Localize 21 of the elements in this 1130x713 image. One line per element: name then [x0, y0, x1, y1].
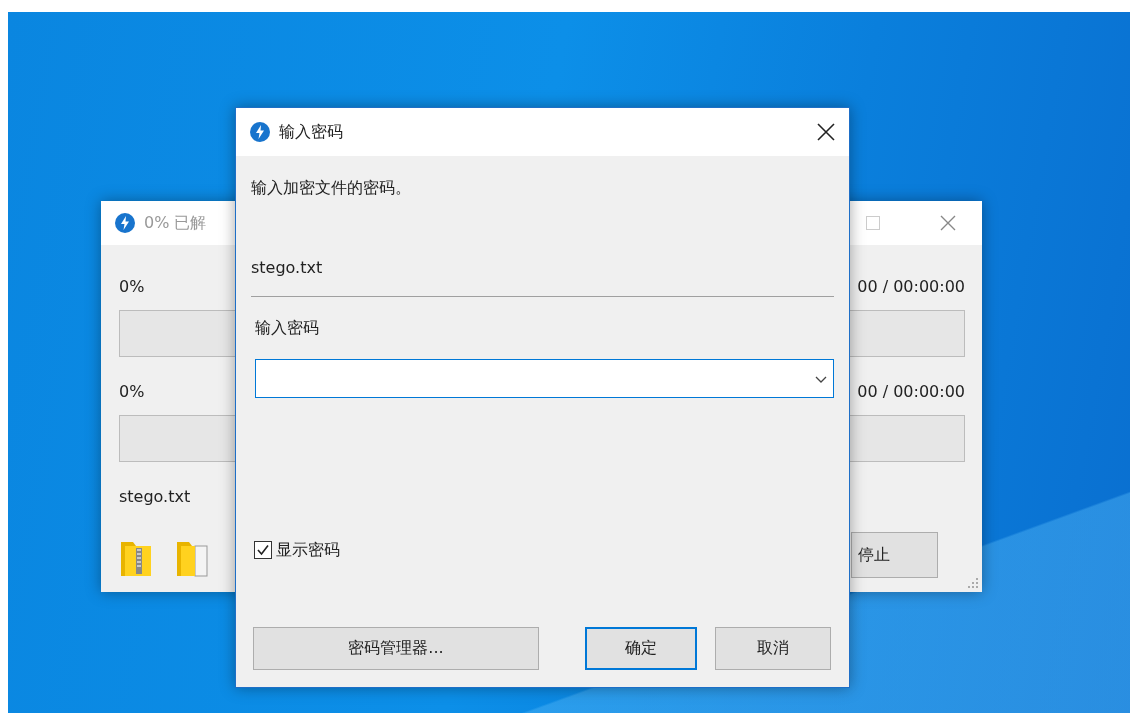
dialog-button[interactable]: 确定 [585, 627, 697, 670]
field-label: 输入密码 [255, 318, 320, 338]
file-name: stego.txt [119, 487, 191, 507]
prompt-text: 输入加密文件的密码。 [251, 178, 412, 198]
close-icon[interactable] [817, 123, 835, 141]
window-title: 0% 已解 [144, 212, 207, 234]
file-name: stego.txt [251, 258, 324, 278]
dialog-button[interactable]: 密码管理器... [253, 627, 539, 670]
show-password-checkbox[interactable] [254, 541, 272, 559]
dialog-button[interactable]: 取消 [715, 627, 831, 670]
progress-percent: 0% [119, 382, 145, 402]
app-icon [250, 122, 270, 142]
progress-percent: 0% [119, 277, 145, 297]
app-icon [115, 213, 135, 233]
password-combo-field[interactable] [255, 359, 834, 398]
checkbox-label[interactable]: 显示密码 [276, 540, 340, 560]
resize-grip-icon[interactable] [968, 578, 978, 588]
stop-button[interactable]: 停止 [851, 532, 938, 578]
elapsed-time: 00 / 00:00:00 [857, 382, 965, 402]
elapsed-time: 00 / 00:00:00 [857, 277, 965, 297]
dialog-title: 输入密码 [279, 121, 343, 143]
